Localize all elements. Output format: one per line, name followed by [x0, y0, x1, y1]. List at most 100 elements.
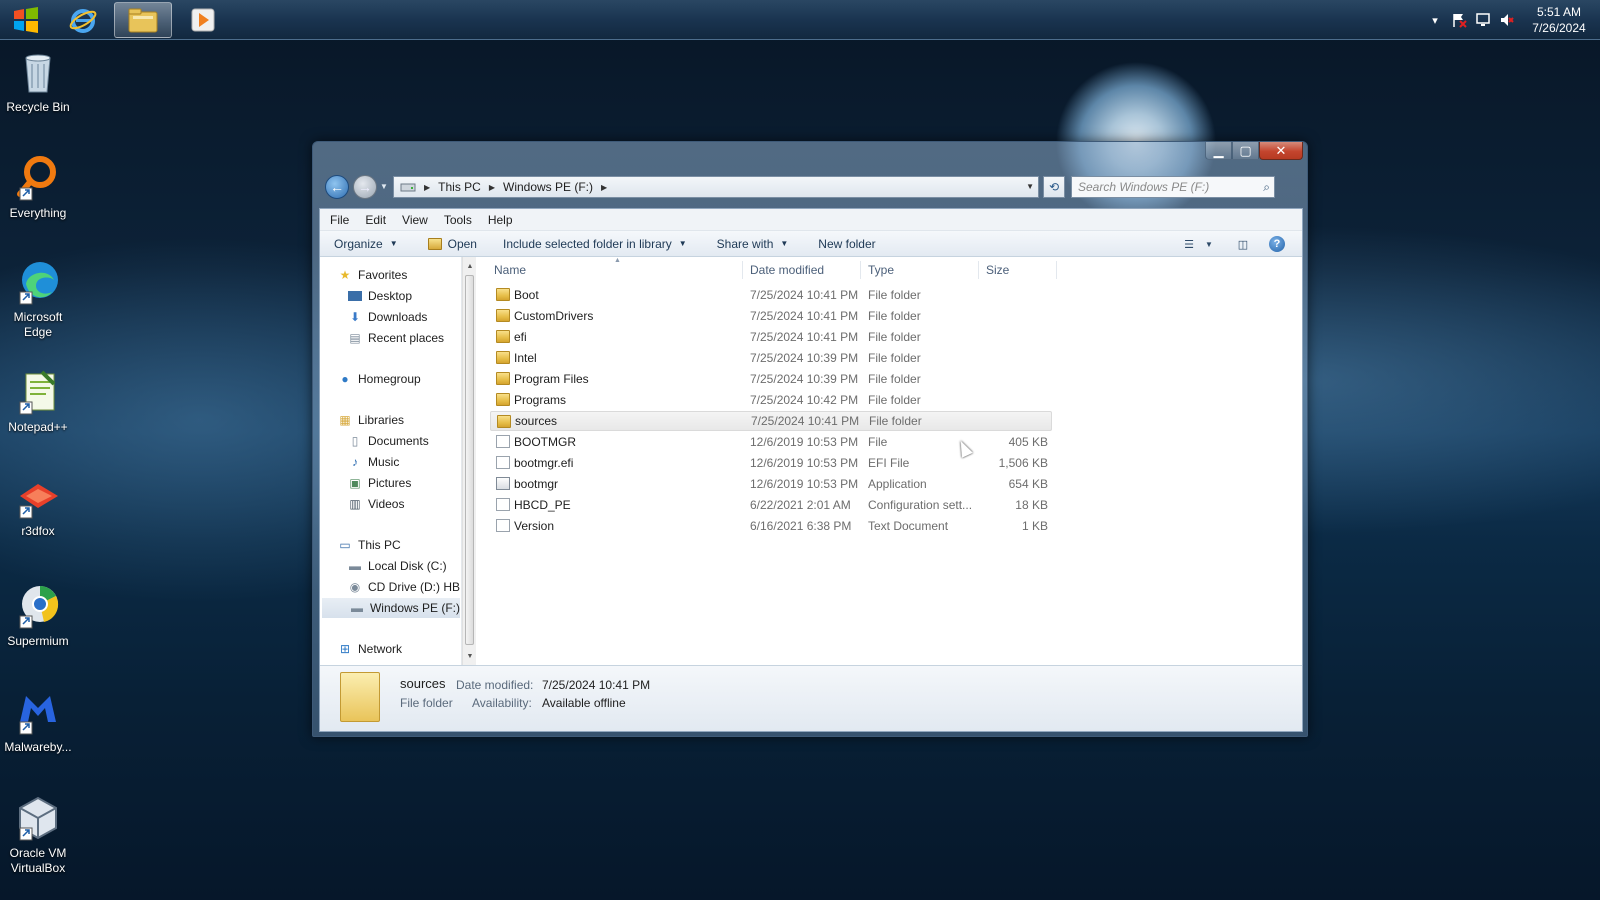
column-divider[interactable]	[742, 261, 743, 279]
open-button[interactable]: Open	[427, 237, 477, 251]
nav-desktop[interactable]: Desktop	[348, 286, 412, 306]
desktop-icon-microsoft-edge[interactable]: Microsoft Edge	[0, 258, 76, 340]
nav-homegroup[interactable]: ● Homegroup	[338, 369, 420, 389]
column-divider[interactable]	[978, 261, 979, 279]
file-row[interactable]: Boot 7/25/2024 10:41 PM File folder	[490, 285, 1052, 305]
taskbar-file-explorer[interactable]	[114, 2, 172, 38]
help-icon: ?	[1269, 236, 1285, 252]
refresh-button[interactable]: ⟲	[1043, 176, 1065, 198]
nav-favorites[interactable]: ★ Favorites	[338, 265, 408, 285]
file-name: bootmgr	[514, 477, 559, 491]
search-input[interactable]: Search Windows PE (F:) ⌕	[1071, 176, 1275, 198]
preview-pane-icon: ◫	[1237, 238, 1249, 251]
column-header-name[interactable]: Name	[494, 263, 526, 277]
desktop-icon-virtualbox[interactable]: Oracle VM VirtualBox	[0, 794, 76, 876]
navigation-pane-scrollbar[interactable]: ▲ ▼	[462, 257, 476, 665]
desktop-icon-notepadplusplus[interactable]: Notepad++	[0, 368, 76, 435]
menu-view[interactable]: View	[402, 213, 428, 227]
file-row-selected[interactable]: sources 7/25/2024 10:41 PM File folder	[490, 411, 1052, 431]
desktop-icon-supermium[interactable]: Supermium	[0, 582, 76, 649]
column-header-type[interactable]: Type	[868, 263, 894, 277]
file-row[interactable]: CustomDrivers 7/25/2024 10:41 PM File fold…	[490, 306, 1052, 326]
new-folder-button[interactable]: New folder	[818, 237, 875, 251]
nav-videos[interactable]: ▥ Videos	[348, 494, 404, 514]
nav-label: Favorites	[358, 268, 408, 282]
nav-pictures[interactable]: ▣ Pictures	[348, 473, 411, 493]
share-with-button[interactable]: Share with ▼	[717, 237, 789, 251]
file-row[interactable]: Program Files 7/25/2024 10:39 PM File fold…	[490, 369, 1052, 389]
file-size: 654 KB	[1008, 477, 1048, 491]
breadcrumb-this-pc[interactable]: This PC	[438, 180, 481, 194]
network-icon[interactable]	[1474, 11, 1492, 29]
address-dropdown[interactable]: ▼	[1026, 182, 1034, 191]
taskbar-internet-explorer[interactable]	[60, 2, 106, 38]
file-row[interactable]: Intel 7/25/2024 10:39 PM File folder	[490, 348, 1052, 368]
maximize-button[interactable]: ▢	[1232, 142, 1259, 160]
explorer-content: File Edit View Tools Help Organize ▼ Open…	[319, 208, 1303, 732]
nav-downloads[interactable]: ⬇ Downloads	[348, 307, 427, 327]
tray-expand-icon[interactable]: ▾	[1426, 11, 1444, 29]
minimize-button[interactable]: ▁	[1205, 142, 1232, 160]
column-divider[interactable]	[860, 261, 861, 279]
nav-local-disk-c[interactable]: ▬ Local Disk (C:)	[348, 556, 447, 576]
file-list: ▲ Name Date modified Type Size Boot 7/25/…	[490, 257, 1300, 665]
nav-music[interactable]: ♪ Music	[348, 452, 399, 472]
file-type: File folder	[868, 288, 921, 302]
organize-button[interactable]: Organize ▼	[334, 237, 398, 251]
desktop-icon-malwarebytes[interactable]: Malwareby...	[0, 688, 76, 755]
scroll-down-icon[interactable]: ▼	[463, 649, 477, 663]
scrollbar-thumb[interactable]	[465, 275, 474, 645]
file-row[interactable]: bootmgr.efi 12/6/2019 10:53 PM EFI File 1,5…	[490, 453, 1052, 473]
back-button[interactable]: ←	[325, 175, 349, 199]
breadcrumb-separator[interactable]: ▶	[424, 183, 430, 192]
nav-recent-places[interactable]: ▤ Recent places	[348, 328, 444, 348]
column-header-size[interactable]: Size	[986, 263, 1009, 277]
sort-ascending-icon: ▲	[614, 257, 621, 264]
column-divider[interactable]	[1056, 261, 1057, 279]
help-button[interactable]: ?	[1268, 235, 1286, 253]
taskbar-media-player[interactable]	[180, 2, 226, 38]
action-center-flag-icon[interactable]	[1450, 11, 1468, 29]
file-row[interactable]: Programs 7/25/2024 10:42 PM File folder	[490, 390, 1052, 410]
nav-cd-drive-d[interactable]: ◉ CD Drive (D:) HB	[348, 577, 460, 597]
nav-label: Music	[368, 455, 400, 469]
forward-button[interactable]: →	[353, 175, 377, 199]
nav-network[interactable]: ⊞ Network	[338, 639, 402, 659]
menu-tools[interactable]: Tools	[444, 213, 472, 227]
volume-muted-icon[interactable]	[1498, 11, 1516, 29]
desktop-icon-recycle-bin[interactable]: Recycle Bin	[0, 48, 76, 115]
column-header-date-modified[interactable]: Date modified	[750, 263, 824, 277]
chevron-down-icon: ▼	[1205, 239, 1213, 249]
desktop-icon-everything[interactable]: Everything	[0, 154, 76, 221]
breadcrumb-windows-pe[interactable]: Windows PE (F:)	[503, 180, 593, 194]
recent-locations-dropdown[interactable]: ▼	[380, 182, 388, 191]
start-button[interactable]	[6, 2, 46, 38]
taskbar-clock[interactable]: 5:51 AM 7/26/2024	[1522, 4, 1596, 36]
scroll-up-icon[interactable]: ▲	[463, 259, 477, 273]
nav-libraries[interactable]: ▦ Libraries	[338, 410, 404, 430]
file-row[interactable]: HBCD_PE 6/22/2021 2:01 AM Configuration se…	[490, 495, 1052, 515]
file-row[interactable]: efi 7/25/2024 10:41 PM File folder	[490, 327, 1052, 347]
breadcrumb-separator[interactable]: ▶	[601, 183, 607, 192]
file-row[interactable]: Version 6/16/2021 6:38 PM Text Document 1 K…	[490, 516, 1052, 536]
menu-edit[interactable]: Edit	[365, 213, 386, 227]
notepadplusplus-icon	[19, 370, 56, 415]
desktop-icon-r3dfox[interactable]: r3dfox	[0, 472, 76, 539]
menu-file[interactable]: File	[330, 213, 349, 227]
breadcrumb-separator[interactable]: ▶	[489, 183, 495, 192]
malwarebytes-icon	[19, 696, 56, 735]
menu-help[interactable]: Help	[488, 213, 513, 227]
file-date: 6/22/2021 2:01 AM	[750, 498, 851, 512]
address-bar[interactable]: ▶ This PC ▶ Windows PE (F:) ▶ ▼	[393, 176, 1039, 198]
view-options-dropdown[interactable]: ▼	[1200, 235, 1218, 253]
nav-windows-pe-f[interactable]: ▬ Windows PE (F:)	[322, 598, 460, 618]
include-in-library-button[interactable]: Include selected folder in library ▼	[503, 237, 687, 251]
search-icon[interactable]: ⌕	[1263, 180, 1270, 195]
nav-this-pc[interactable]: ▭ This PC	[338, 535, 400, 555]
file-row[interactable]: bootmgr 12/6/2019 10:53 PM Application 654 …	[490, 474, 1052, 494]
preview-pane-button[interactable]: ◫	[1234, 235, 1252, 253]
nav-documents[interactable]: ▯ Documents	[348, 431, 429, 451]
file-type: Text Document	[868, 519, 949, 533]
close-button[interactable]: ✕	[1259, 142, 1303, 160]
change-view-button[interactable]: ☰	[1180, 235, 1198, 253]
